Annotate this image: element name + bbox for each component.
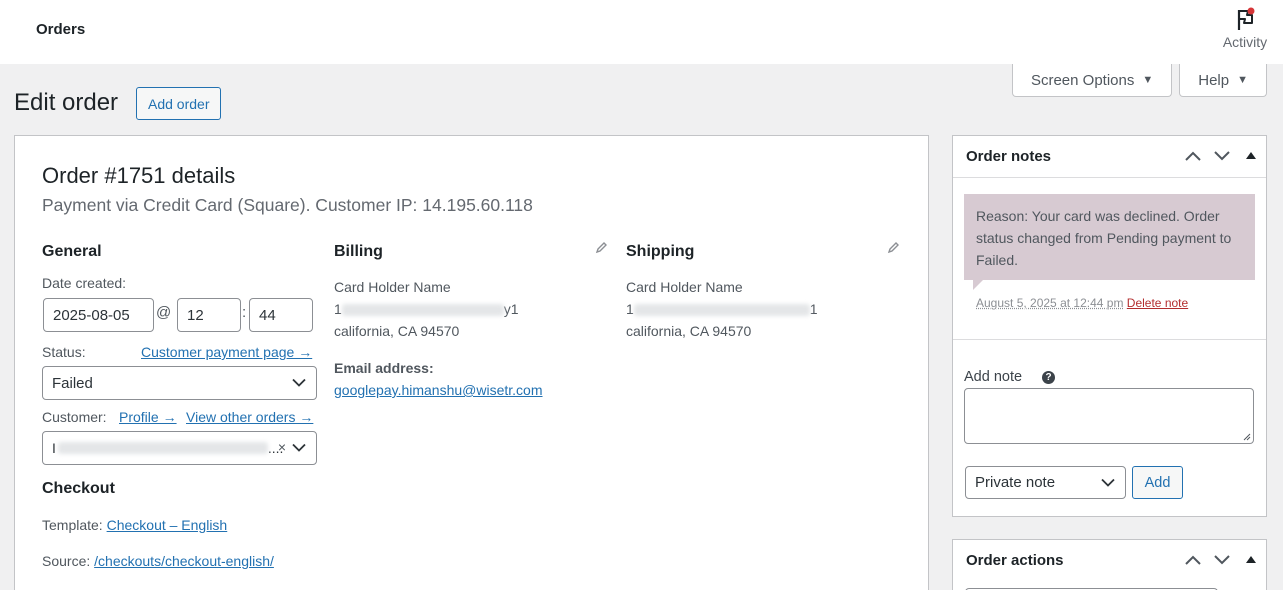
billing-title: Billing [334,243,383,260]
customer-profile-link[interactable]: Profile → [119,409,177,425]
order-actions-panel: Order actions [952,539,1267,590]
collapse-toggle-icon[interactable] [1246,556,1256,563]
time-colon: : [242,304,247,321]
customer-value-prefix: I [52,440,56,456]
order-notes-header: Order notes [953,136,1266,178]
caret-down-icon: ▼ [1237,74,1248,86]
email-label: Email address: [334,360,434,376]
customer-select[interactable]: I .... × [42,431,317,465]
activity-button[interactable]: Activity [1215,6,1275,50]
template-link[interactable]: Checkout – English [107,517,228,533]
shipping-title: Shipping [626,243,695,260]
order-notes-title: Order notes [966,148,1052,165]
customer-payment-page-link[interactable]: Customer payment page → [141,344,312,360]
general-title: General [42,243,102,260]
help-icon[interactable]: ? [1042,371,1055,384]
billing-city: california, CA 94570 [334,323,460,339]
top-bar: Orders Activity [0,0,1283,64]
note-type-value: Private note [975,474,1056,491]
shipping-line1-prefix: 1 [626,301,634,317]
redacted-text [341,304,504,317]
status-label: Status: [42,344,86,360]
collapse-toggle-icon[interactable] [1246,152,1256,159]
billing-line1-prefix: 1 [334,301,342,317]
chevron-down-icon[interactable] [1214,555,1230,565]
order-notes-panel: Order notes Reason: Your card was declin… [952,135,1267,517]
chevron-down-icon [1101,478,1115,487]
note-date: August 5, 2025 at 12:44 pm [976,296,1124,310]
note-type-select[interactable]: Private note [965,466,1126,499]
add-note-textarea[interactable] [964,388,1254,444]
screen-options-label: Screen Options [1030,71,1135,89]
hour-value: 12 [187,306,204,324]
customer-label: Customer: [42,409,107,425]
order-heading: Order #1751 details [42,163,236,188]
note-meta: August 5, 2025 at 12:44 pm Delete note [976,296,1188,310]
add-note-button[interactable]: Add [1132,466,1183,499]
chevron-up-icon[interactable] [1185,151,1201,161]
clear-icon[interactable]: × [278,439,286,455]
date-created-label: Date created: [42,275,127,291]
source-row: Source: /checkouts/checkout-english/ [42,553,274,569]
checkout-title: Checkout [42,480,115,497]
template-row: Template: Checkout – English [42,517,227,533]
shipping-city: california, CA 94570 [626,323,752,339]
shipping-line1: 11 [626,298,818,320]
source-link[interactable]: /checkouts/checkout-english/ [94,553,274,569]
billing-line1-suffix: y1 [503,301,519,317]
status-value: Failed [52,374,93,392]
caret-down-icon: ▼ [1142,74,1154,86]
chevron-down-icon[interactable] [1214,151,1230,161]
pencil-icon[interactable] [595,241,608,254]
add-note-label: Add note [964,369,1023,385]
order-payment-info: Payment via Credit Card (Square). Custom… [42,195,533,215]
note-tail [973,280,983,290]
hour-input[interactable]: 12 [177,298,241,332]
source-label: Source: [42,553,91,569]
help-label: Help [1198,71,1230,89]
page-header-title: Orders [36,21,86,38]
billing-address: Card Holder Name 1 y1 california, CA 9457… [334,276,519,342]
shipping-address: Card Holder Name 11 california, CA 94570 [626,276,818,342]
redacted-text [633,304,810,317]
flag-icon [1237,7,1255,30]
order-data-panel: Order #1751 details Payment via Credit C… [14,135,929,590]
billing-name: Card Holder Name [334,279,451,295]
chevron-up-icon[interactable] [1185,555,1201,565]
billing-line1: 1 y1 [334,298,519,320]
screen-meta-links: Screen Options ▼ Help ▼ [1011,64,1267,97]
activity-label: Activity [1222,34,1268,50]
shipping-line1-suffix: 1 [809,301,818,317]
shipping-name: Card Holder Name [626,279,743,295]
resize-handle-icon[interactable] [1243,433,1251,441]
redacted-text [57,442,268,454]
chevron-down-icon [292,443,306,452]
divider [953,339,1266,340]
order-actions-header: Order actions [953,540,1266,582]
page-title: Edit order [14,89,119,116]
help-button[interactable]: Help ▼ [1179,64,1267,97]
view-other-orders-link[interactable]: View other orders → [186,409,313,425]
delete-note-link[interactable]: Delete note [1127,296,1188,310]
date-created-input[interactable]: 2025-08-05 [43,298,154,332]
screen-options-button[interactable]: Screen Options ▼ [1011,64,1173,97]
minute-input[interactable]: 44 [249,298,313,332]
order-note: Reason: Your card was declined. Order st… [964,194,1255,280]
at-separator: @ [156,304,172,321]
date-value: 2025-08-05 [53,306,130,324]
pencil-icon[interactable] [887,241,900,254]
status-select[interactable]: Failed [42,366,317,400]
minute-value: 44 [259,306,276,324]
chevron-down-icon [292,378,306,387]
add-order-button[interactable]: Add order [136,87,222,120]
template-label: Template: [42,517,103,533]
order-actions-title: Order actions [966,552,1064,569]
billing-email-link[interactable]: googlepay.himanshu@wisetr.com [334,382,543,398]
